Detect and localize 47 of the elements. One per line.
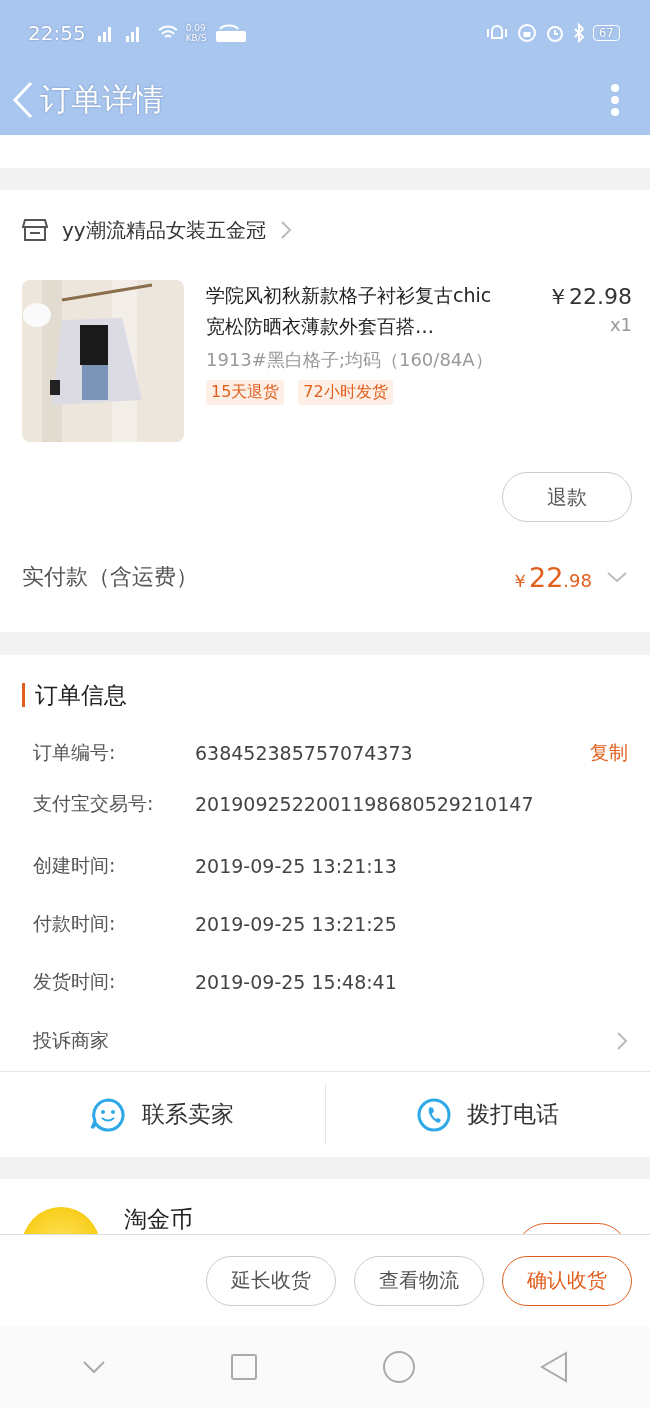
info-label: 创建时间:	[33, 853, 117, 878]
payment-amount: ￥22.98	[511, 561, 592, 593]
shop-icon	[22, 218, 48, 242]
refund-button[interactable]: 退款	[502, 472, 632, 522]
payment-label: 实付款（含运费）	[22, 563, 199, 591]
complaint-link[interactable]: 投诉商家	[33, 1028, 616, 1054]
chat-icon	[90, 1097, 127, 1132]
net-speed: 0.09	[185, 22, 207, 33]
product-quantity: x1	[609, 314, 632, 335]
recent-apps-icon[interactable]	[230, 1353, 258, 1381]
net-speed-unit: KB/S	[185, 32, 207, 43]
copy-link[interactable]: 复制	[590, 740, 628, 766]
info-label: 支付宝交易号:	[33, 791, 155, 816]
hd-call-icon	[214, 22, 249, 43]
back-nav-icon[interactable]	[540, 1351, 568, 1383]
status-time: 22:55	[28, 20, 86, 45]
product-spec: 1913#黑白格子;均码（160/84A）	[206, 348, 494, 372]
bluetooth-icon	[572, 22, 585, 43]
shop-name[interactable]: yy潮流精品女装五金冠	[62, 216, 266, 244]
order-action-button[interactable]: 延长收货	[206, 1255, 336, 1306]
info-value: 2019-09-25 15:48:41	[195, 971, 398, 993]
chevron-down-icon[interactable]	[606, 571, 628, 583]
product-title[interactable]: 学院风初秋新款格子衬衫复古chic宽松防晒衣薄款外套百搭…	[206, 280, 498, 342]
info-value: 638452385757074373	[195, 742, 414, 764]
order-action-button[interactable]: 确认收货	[502, 1255, 632, 1306]
order-action-button[interactable]: 查看物流	[354, 1255, 484, 1306]
info-value: 2019092522001198680529210147	[195, 793, 535, 815]
info-value: 2019-09-25 13:21:25	[195, 913, 398, 935]
info-label: 订单编号:	[33, 740, 117, 765]
info-label: 付款时间:	[33, 911, 117, 936]
product-price: ￥22.98	[547, 283, 632, 311]
section-title: 订单信息	[35, 680, 127, 710]
back-icon[interactable]	[12, 81, 34, 119]
home-icon[interactable]	[382, 1350, 416, 1384]
battery-icon: 67	[592, 24, 620, 41]
lock-icon	[516, 22, 537, 43]
info-label: 发货时间:	[33, 969, 117, 994]
chevron-right-icon	[616, 1031, 628, 1051]
coins-title: 淘金币	[124, 1207, 194, 1234]
more-icon[interactable]	[610, 83, 620, 117]
nav-down-icon[interactable]	[82, 1360, 106, 1374]
page-title: 订单详情	[40, 80, 165, 119]
info-value: 2019-09-25 13:21:13	[195, 855, 398, 877]
chevron-right-icon	[279, 220, 292, 240]
phone-icon	[416, 1097, 451, 1132]
service-tag: 72小时发货	[298, 380, 393, 405]
service-tag: 15天退货	[206, 380, 285, 405]
